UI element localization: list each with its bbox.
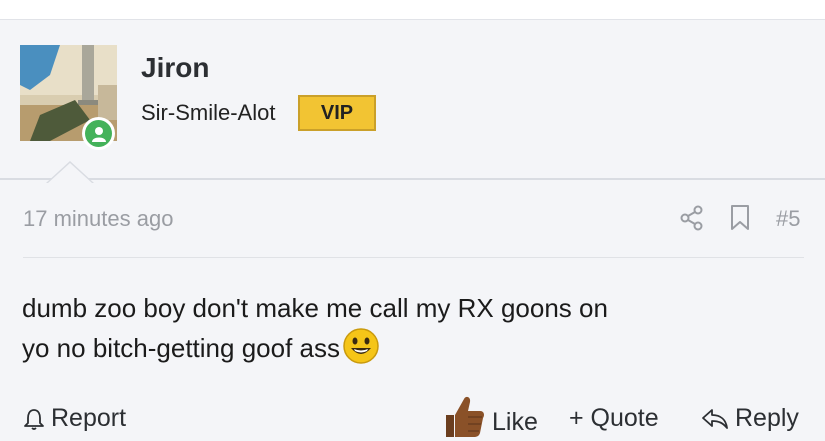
post-message: dumb zoo boy don't make me call my RX go… [22,289,802,367]
bookmark-icon[interactable] [729,204,751,237]
thumbs-up-icon [446,396,484,437]
reply-button[interactable]: Reply [701,404,799,433]
report-label: Report [51,404,127,432]
post-timestamp[interactable]: 17 minutes ago [23,206,173,232]
like-label: Like [492,407,538,436]
smiley-emoji-icon [343,328,379,364]
bell-icon [24,408,44,430]
quote-button[interactable]: + Quote [569,404,659,433]
user-icon [91,126,106,142]
reply-icon [702,408,728,429]
divider [23,257,804,258]
username[interactable]: Jiron [141,52,209,84]
vip-badge: VIP [298,95,376,131]
panel-pointer-inner [48,163,92,183]
like-button[interactable]: Like [440,393,538,439]
quote-label: + Quote [569,404,659,432]
message-line-1: dumb zoo boy don't make me call my RX go… [22,293,608,323]
share-icon[interactable] [679,205,705,236]
message-line-2: yo no bitch-getting goof ass [22,333,340,363]
user-title: Sir-Smile-Alot [141,100,276,125]
report-button[interactable]: Report [23,404,126,433]
online-status-indicator [82,117,115,150]
reply-label: Reply [735,404,799,432]
top-bar [0,0,825,20]
post-number[interactable]: #5 [776,206,800,232]
author-panel: Jiron Sir-Smile-Alot VIP [0,21,825,180]
